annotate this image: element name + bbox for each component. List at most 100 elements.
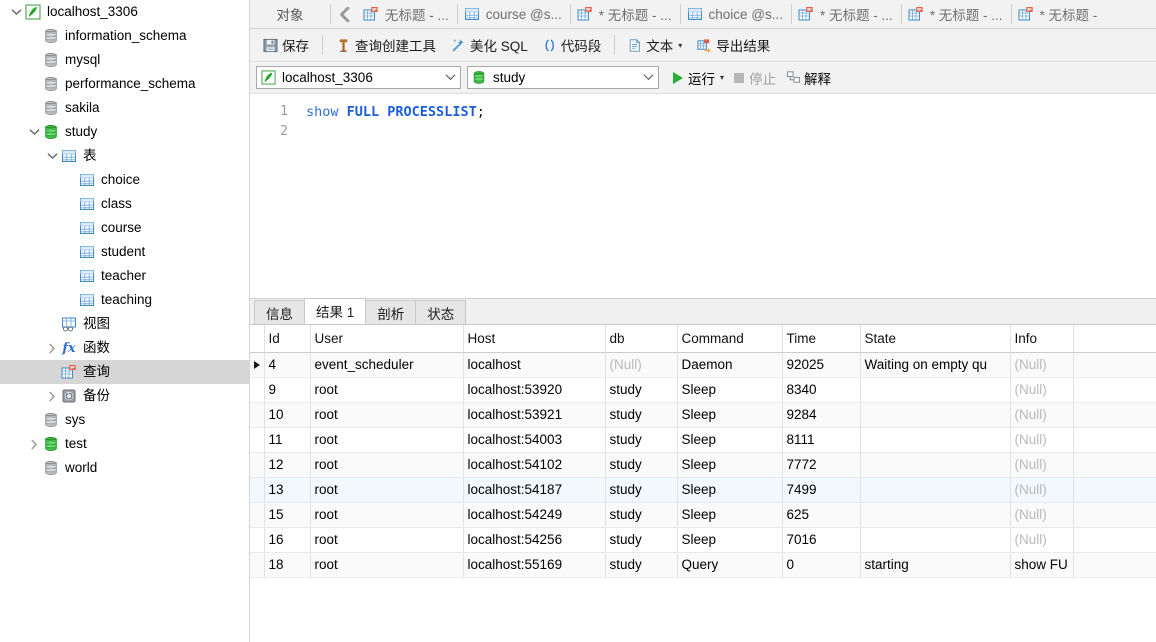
- cell-User[interactable]: root: [310, 502, 464, 528]
- column-header-Id[interactable]: Id: [264, 325, 311, 353]
- cell-db[interactable]: study: [605, 377, 678, 403]
- editor-tab-0[interactable]: 无标题 - ...: [357, 0, 457, 28]
- cell-Info[interactable]: (Null): [1010, 377, 1074, 403]
- cell-Id[interactable]: 9: [264, 377, 311, 403]
- table-row[interactable]: 13 root localhost:54187 study Sleep 7499 (Null…: [250, 477, 1156, 503]
- cell-Info[interactable]: (Null): [1010, 427, 1074, 453]
- objects-tab[interactable]: 对象: [250, 0, 330, 28]
- connection-select[interactable]: localhost_3306: [256, 66, 461, 89]
- row-marker[interactable]: [250, 402, 265, 428]
- twisty-down-icon[interactable]: [8, 4, 24, 20]
- table-row[interactable]: 12 root localhost:54102 study Sleep 7772 (Null…: [250, 452, 1156, 478]
- cell-Time[interactable]: 8111: [782, 427, 861, 453]
- editor-tab-3[interactable]: choice @s...: [680, 0, 791, 28]
- table-row[interactable]: 9 root localhost:53920 study Sleep 8340 (Null): [250, 377, 1156, 403]
- row-marker[interactable]: [250, 477, 265, 503]
- row-marker[interactable]: [250, 527, 265, 553]
- cell-Host[interactable]: localhost:54187: [463, 477, 606, 503]
- editor-tab-6[interactable]: * 无标题 -: [1011, 0, 1106, 28]
- text-view-caret-icon[interactable]: ▾: [678, 41, 682, 50]
- column-header-State[interactable]: State: [860, 325, 1011, 353]
- cell-db[interactable]: study: [605, 427, 678, 453]
- row-marker[interactable]: [250, 377, 265, 403]
- cell-db[interactable]: (Null): [605, 352, 678, 378]
- editor-tab-bar[interactable]: 对象 无标题 - ... course @s... * 无标题 - ... choic…: [250, 0, 1156, 29]
- table-row[interactable]: 18 root localhost:55169 study Query 0 starting…: [250, 552, 1156, 578]
- cell-Id[interactable]: 18: [264, 552, 311, 578]
- cell-Info[interactable]: (Null): [1010, 527, 1074, 553]
- query-builder-button[interactable]: 查询创建工具: [329, 33, 443, 58]
- cell-User[interactable]: event_scheduler: [310, 352, 464, 378]
- cell-User[interactable]: root: [310, 552, 464, 578]
- connection-bar[interactable]: localhost_3306 study 运行 ▾ 停止 解释: [250, 62, 1156, 94]
- query-toolbar[interactable]: 保存 查询创建工具 美化 SQL 代码段 文本 ▾ 导出结果: [250, 29, 1156, 62]
- cell-Time[interactable]: 92025: [782, 352, 861, 378]
- tree-node-备份[interactable]: 备份: [0, 384, 249, 408]
- table-row[interactable]: 16 root localhost:54256 study Sleep 7016 (Null…: [250, 527, 1156, 553]
- result-table-body[interactable]: 4 event_scheduler localhost (Null) Daemon 920…: [250, 352, 1156, 578]
- cell-Command[interactable]: Sleep: [677, 527, 783, 553]
- cell-Command[interactable]: Sleep: [677, 377, 783, 403]
- twisty-right-icon[interactable]: [44, 388, 60, 404]
- tree-node-teaching[interactable]: teaching: [0, 288, 249, 312]
- tree-node-mysql[interactable]: mysql: [0, 48, 249, 72]
- column-header-Command[interactable]: Command: [677, 325, 783, 353]
- cell-Time[interactable]: 8340: [782, 377, 861, 403]
- column-header-Time[interactable]: Time: [782, 325, 861, 353]
- tree-node-study[interactable]: study: [0, 120, 249, 144]
- table-row[interactable]: 15 root localhost:54249 study Sleep 625 (Null): [250, 502, 1156, 528]
- cell-db[interactable]: study: [605, 552, 678, 578]
- editor-tab-5[interactable]: * 无标题 - ...: [901, 0, 1011, 28]
- cell-Info[interactable]: show FU: [1010, 552, 1074, 578]
- cell-Info[interactable]: (Null): [1010, 352, 1074, 378]
- tree-node-world[interactable]: world: [0, 456, 249, 480]
- cell-Id[interactable]: 10: [264, 402, 311, 428]
- cell-Id[interactable]: 11: [264, 427, 311, 453]
- cell-Info[interactable]: (Null): [1010, 452, 1074, 478]
- cell-Command[interactable]: Sleep: [677, 427, 783, 453]
- cell-Id[interactable]: 13: [264, 477, 311, 503]
- cell-Time[interactable]: 9284: [782, 402, 861, 428]
- cell-Command[interactable]: Query: [677, 552, 783, 578]
- cell-Host[interactable]: localhost:55169: [463, 552, 606, 578]
- cell-Time[interactable]: 7016: [782, 527, 861, 553]
- tree-node-localhost_3306[interactable]: localhost_3306: [0, 0, 249, 24]
- chevron-down-icon[interactable]: [639, 73, 654, 83]
- row-marker[interactable]: [250, 552, 265, 578]
- column-header-Info[interactable]: Info: [1010, 325, 1074, 353]
- cell-State[interactable]: [860, 477, 1011, 503]
- sql-code-area[interactable]: show FULL PROCESSLIST;: [294, 94, 1156, 298]
- result-grid[interactable]: Id User Host db Command Time State Info 4 event_…: [250, 325, 1156, 642]
- tree-node-choice[interactable]: choice: [0, 168, 249, 192]
- tree-node-student[interactable]: student: [0, 240, 249, 264]
- tree-node-class[interactable]: class: [0, 192, 249, 216]
- cell-User[interactable]: root: [310, 452, 464, 478]
- row-marker[interactable]: [250, 452, 265, 478]
- tree-node-函数[interactable]: fx 函数: [0, 336, 249, 360]
- table-row[interactable]: 4 event_scheduler localhost (Null) Daemon 920…: [250, 352, 1156, 378]
- cell-Id[interactable]: 12: [264, 452, 311, 478]
- run-caret-icon[interactable]: ▾: [720, 73, 724, 82]
- cell-Host[interactable]: localhost:53921: [463, 402, 606, 428]
- cell-State[interactable]: [860, 427, 1011, 453]
- cell-Host[interactable]: localhost:54003: [463, 427, 606, 453]
- database-select[interactable]: study: [467, 66, 659, 89]
- tree-node-performance_schema[interactable]: performance_schema: [0, 72, 249, 96]
- column-header-db[interactable]: db: [605, 325, 678, 353]
- editor-tab-1[interactable]: course @s...: [457, 0, 570, 28]
- tree-node-视图[interactable]: 视图: [0, 312, 249, 336]
- result-tab-bar[interactable]: 信息 结果 1 剖析 状态: [250, 298, 1156, 325]
- cell-db[interactable]: study: [605, 502, 678, 528]
- cell-Command[interactable]: Sleep: [677, 402, 783, 428]
- result-tab-1[interactable]: 结果 1: [304, 298, 367, 324]
- snippet-button[interactable]: 代码段: [535, 33, 609, 58]
- row-marker[interactable]: [250, 352, 265, 378]
- sql-editor[interactable]: 12 show FULL PROCESSLIST;: [250, 94, 1156, 299]
- cell-Host[interactable]: localhost:54102: [463, 452, 606, 478]
- tree-node-test[interactable]: test: [0, 432, 249, 456]
- cell-Command[interactable]: Sleep: [677, 477, 783, 503]
- save-button[interactable]: 保存: [256, 33, 316, 58]
- cell-State[interactable]: [860, 377, 1011, 403]
- chevron-down-icon[interactable]: [441, 73, 456, 83]
- twisty-right-icon[interactable]: [26, 436, 42, 452]
